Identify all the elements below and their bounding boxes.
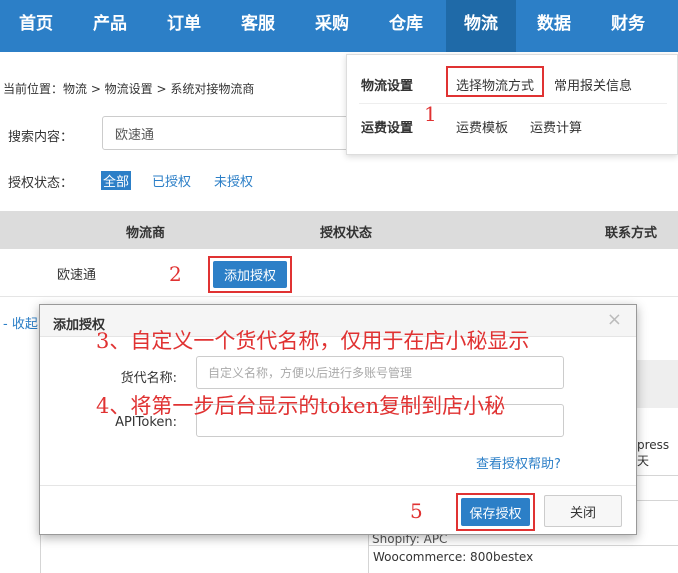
forwarder-name-label: 货代名称: [120,371,177,386]
nav-item-orders[interactable]: 订单 [149,0,219,52]
logistics-dropdown-menu: 物流设置 选择物流方式 常用报关信息 运费设置 运费模板 运费计算 [346,54,678,155]
filter-unauthorized[interactable]: 未授权 [214,171,253,190]
forwarder-name-input[interactable] [196,356,564,389]
nav-item-logistics[interactable]: 物流 [446,0,516,52]
dropdown-freight-settings: 运费设置 [361,121,414,136]
annotation-step-4: 4、将第一步后台显示的token复制到店小秘 [96,394,506,418]
annotation-step-1: 1 [424,102,437,126]
divider [40,485,636,486]
table-header: 物流商 授权状态 联系方式 [0,211,678,249]
nav-item-purchase[interactable]: 采购 [297,0,367,52]
search-label: 搜索内容： [8,130,74,145]
dropdown-freight-calc[interactable]: 运费计算 [530,117,582,136]
column-provider: 物流商 [126,226,166,241]
background-cell [637,360,678,408]
table-row: 欧速通 [0,249,678,297]
nav-item-finance[interactable]: 财务 [593,0,663,52]
auth-status-label: 授权状态： [8,176,74,191]
collapse-link[interactable]: - 收起 [3,313,38,332]
breadcrumb: 当前位置：物流 > 物流设置 > 系统对接物流商 [3,82,255,96]
close-button[interactable]: 关闭 [544,495,622,527]
column-auth-status: 授权状态 [320,226,373,241]
annotation-step-3: 3、自定义一个货代名称，仅用于在店小秘显示 [96,329,530,353]
dropdown-freight-template[interactable]: 运费模板 [456,117,508,136]
add-authorization-button[interactable]: 添加授权 [213,261,287,288]
nav-item-service[interactable]: 客服 [223,0,293,52]
annotation-step-5: 5 [410,499,423,523]
nav-item-data[interactable]: 数据 [519,0,589,52]
filter-authorized[interactable]: 已授权 [152,171,191,190]
annotation-step-2: 2 [169,262,182,286]
divider [359,103,667,104]
nav-item-home[interactable]: 首页 [1,0,71,52]
dropdown-customs-info[interactable]: 常用报关信息 [554,75,632,94]
nav-item-warehouse[interactable]: 仓库 [371,0,441,52]
auth-help-link[interactable]: 查看授权帮助? [476,453,561,472]
divider [368,535,369,573]
top-nav: 首页 产品 订单 客服 采购 仓库 物流 数据 财务 [0,0,678,52]
divider [40,535,41,573]
provider-name: 欧速通 [57,268,97,283]
divider [637,475,678,476]
dropdown-logistics-settings: 物流设置 [361,79,414,94]
divider [637,500,678,501]
express-text: press 天 [637,438,670,468]
dropdown-choose-method[interactable]: 选择物流方式 [456,75,534,94]
highlight-box-save: 保存授权 [456,493,535,531]
woocommerce-text: Woocommerce: 800bestex [373,550,534,564]
filter-all[interactable]: 全部 [101,171,132,190]
column-contact: 联系方式 [605,226,658,241]
highlight-box-add-auth: 添加授权 [208,256,292,293]
nav-item-products[interactable]: 产品 [75,0,145,52]
save-authorization-button[interactable]: 保存授权 [461,498,530,526]
close-icon[interactable]: × [607,309,622,330]
search-input[interactable] [102,116,372,150]
